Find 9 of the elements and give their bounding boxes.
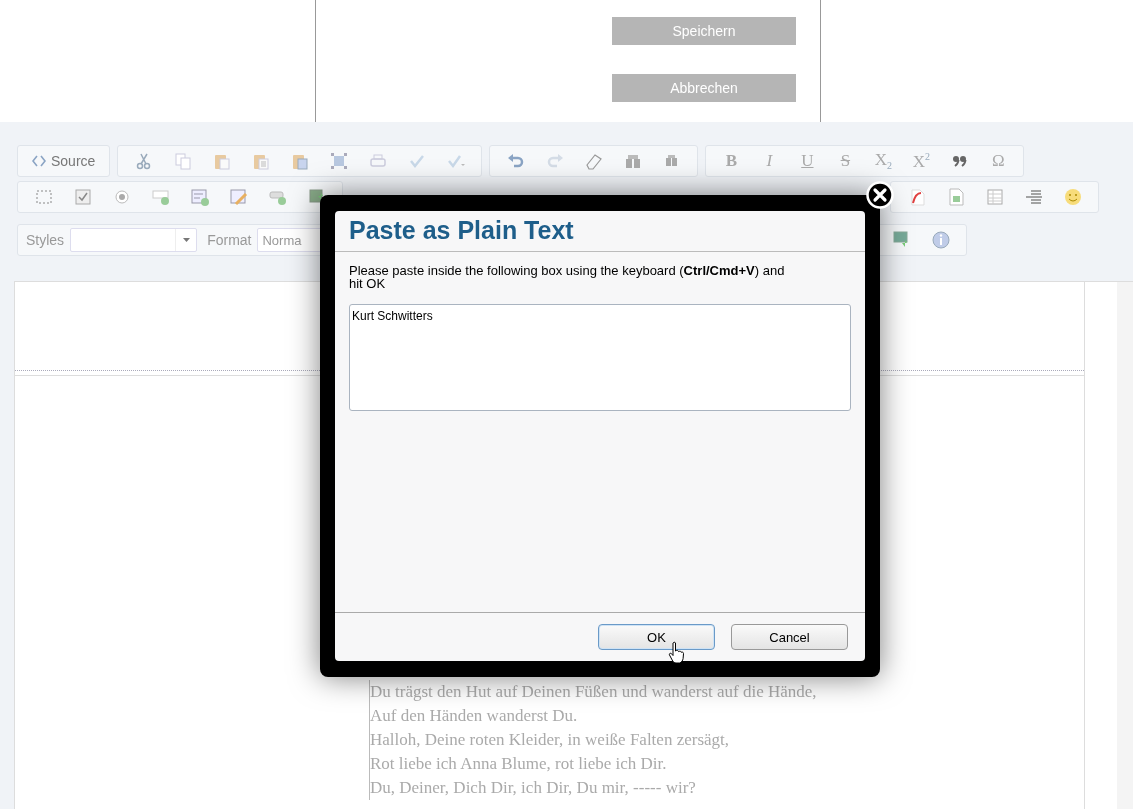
text-line: Du, Deiner, Dich Dir, ich Dir, Du mir, ----- wir? bbox=[370, 777, 697, 799]
text-line: Rot liebe ich Anna Blume, rot liebe ich Dir. bbox=[370, 753, 668, 775]
instruction-text: Please paste inside the following box using the keyboard (Ctrl/Cmd+V) and hit OK bbox=[349, 264, 786, 290]
text-line: Auf den Händen wanderst Du. bbox=[370, 705, 579, 727]
dialog-title: Paste as Plain Text bbox=[335, 211, 865, 252]
text-line: Halloh, Deine roten Kleider, in weiße Falten zersägt, bbox=[370, 729, 731, 751]
combo-label: Styles bbox=[25, 232, 66, 248]
combo-label: Format bbox=[206, 232, 253, 248]
text-line: Du trägst den Hut auf Deinen Füßen und wanderst auf die Hände, bbox=[370, 681, 818, 703]
